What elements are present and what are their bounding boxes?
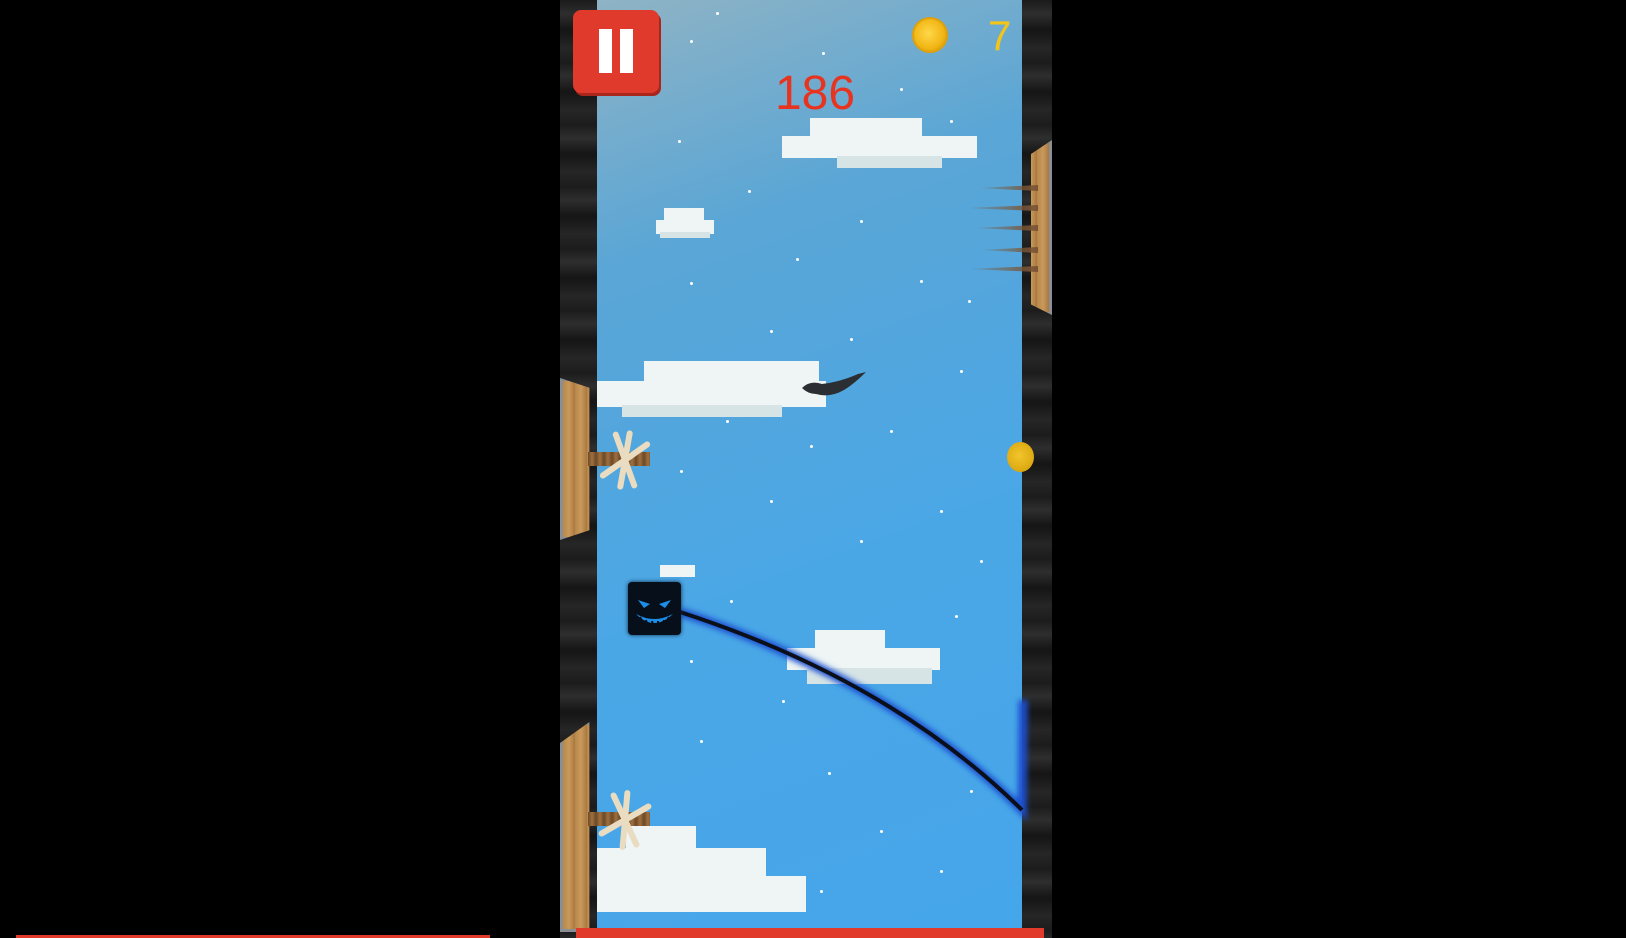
coin-icon	[912, 17, 948, 53]
game-viewport[interactable]: 186 7	[560, 0, 1052, 938]
ground-bar	[576, 928, 1044, 938]
coin-counter: 7	[988, 12, 1012, 59]
score-counter: 186	[774, 67, 856, 120]
pause-button[interactable]	[573, 10, 659, 93]
jump-trail	[678, 607, 1028, 821]
monster-icon	[628, 582, 681, 635]
